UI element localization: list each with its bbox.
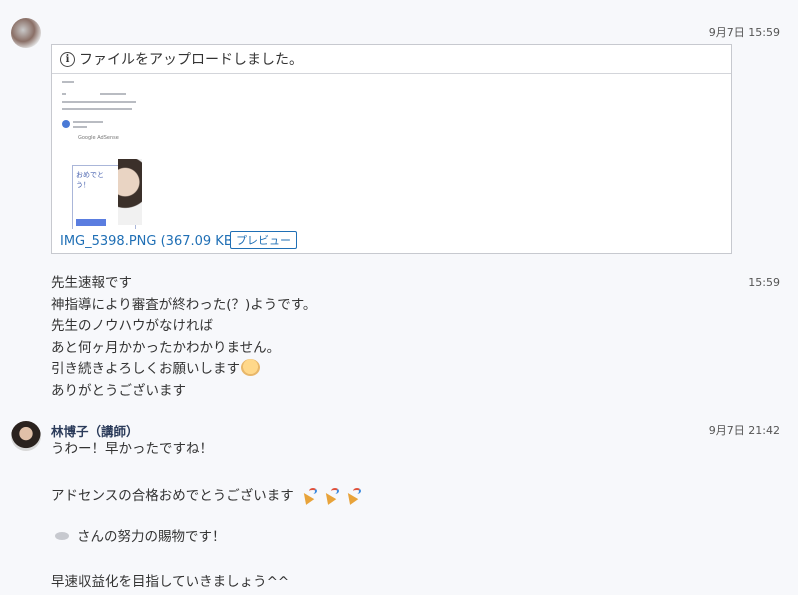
message-timestamp: 9月7日 21:42	[708, 424, 780, 437]
message-line: さんの努力の賜物です！	[77, 529, 226, 545]
party-popper-icon	[322, 487, 339, 503]
message-line: アドセンスの合格おめでとうございます	[51, 488, 294, 504]
message-line: ありがとうございます	[51, 382, 186, 399]
message-timestamp: 15:59	[748, 276, 780, 289]
message-line: 先生のノウハウがなければ	[51, 318, 213, 334]
message-file-upload: 9月7日 15:59 i ファイルをアップロードしました。 Google AdS…	[0, 0, 798, 260]
message-line-with-emoji: 引き続きよろしくお願いします	[51, 359, 316, 381]
upload-notice-header: i ファイルをアップロードしました。	[52, 45, 731, 74]
party-popper-icon	[344, 487, 361, 503]
image-thumbnail[interactable]: Google AdSense おめでと う！	[60, 77, 142, 229]
upload-notice-text: ファイルをアップロードしました。	[79, 52, 303, 68]
message-line: あと何ヶ月かかったかわかりません。	[51, 339, 281, 356]
avatar[interactable]	[11, 18, 41, 48]
mention-icon[interactable]	[55, 532, 69, 540]
bowing-face-emoji	[241, 359, 260, 376]
message-line: 引き続きよろしくお願いします	[51, 361, 240, 377]
info-icon: i	[60, 51, 75, 67]
message-line-with-mention: さんの努力の賜物です！	[51, 527, 360, 549]
message-line: 先生速報です	[51, 275, 132, 291]
sender-name[interactable]: 林博子（講師）	[51, 421, 139, 440]
message-line: 早速収益化を目指していきましょう^^	[51, 574, 290, 590]
avatar[interactable]	[11, 421, 41, 451]
file-attachment-card: i ファイルをアップロードしました。 Google AdSense おめでと う！…	[51, 44, 732, 254]
message-body: うわー！早かったですね！ アドセンスの合格おめでとうございます さんの努力の賜物…	[51, 439, 361, 594]
message-line-with-emoji: アドセンスの合格おめでとうございます	[51, 486, 361, 508]
party-popper-icon	[300, 487, 317, 503]
preview-button[interactable]: プレビュー	[230, 231, 297, 249]
message-reply: 林博子（講師） 9月7日 21:42 うわー！早かったですね！ アドセンスの合格…	[0, 415, 798, 595]
message-timestamp: 9月7日 15:59	[708, 26, 780, 39]
file-download-link[interactable]: IMG_5398.PNG (367.09 KB)	[60, 234, 238, 249]
message-line: 神指導により審査が終わった(？)ようです。	[51, 296, 317, 313]
message-line: うわー！早かったですね！	[51, 441, 213, 457]
message-body: 先生速報です 神指導により審査が終わった(？)ようです。 先生のノウハウがなけれ…	[51, 273, 316, 402]
message-text: 15:59 先生速報です 神指導により審査が終わった(？)ようです。 先生のノウ…	[0, 270, 798, 405]
